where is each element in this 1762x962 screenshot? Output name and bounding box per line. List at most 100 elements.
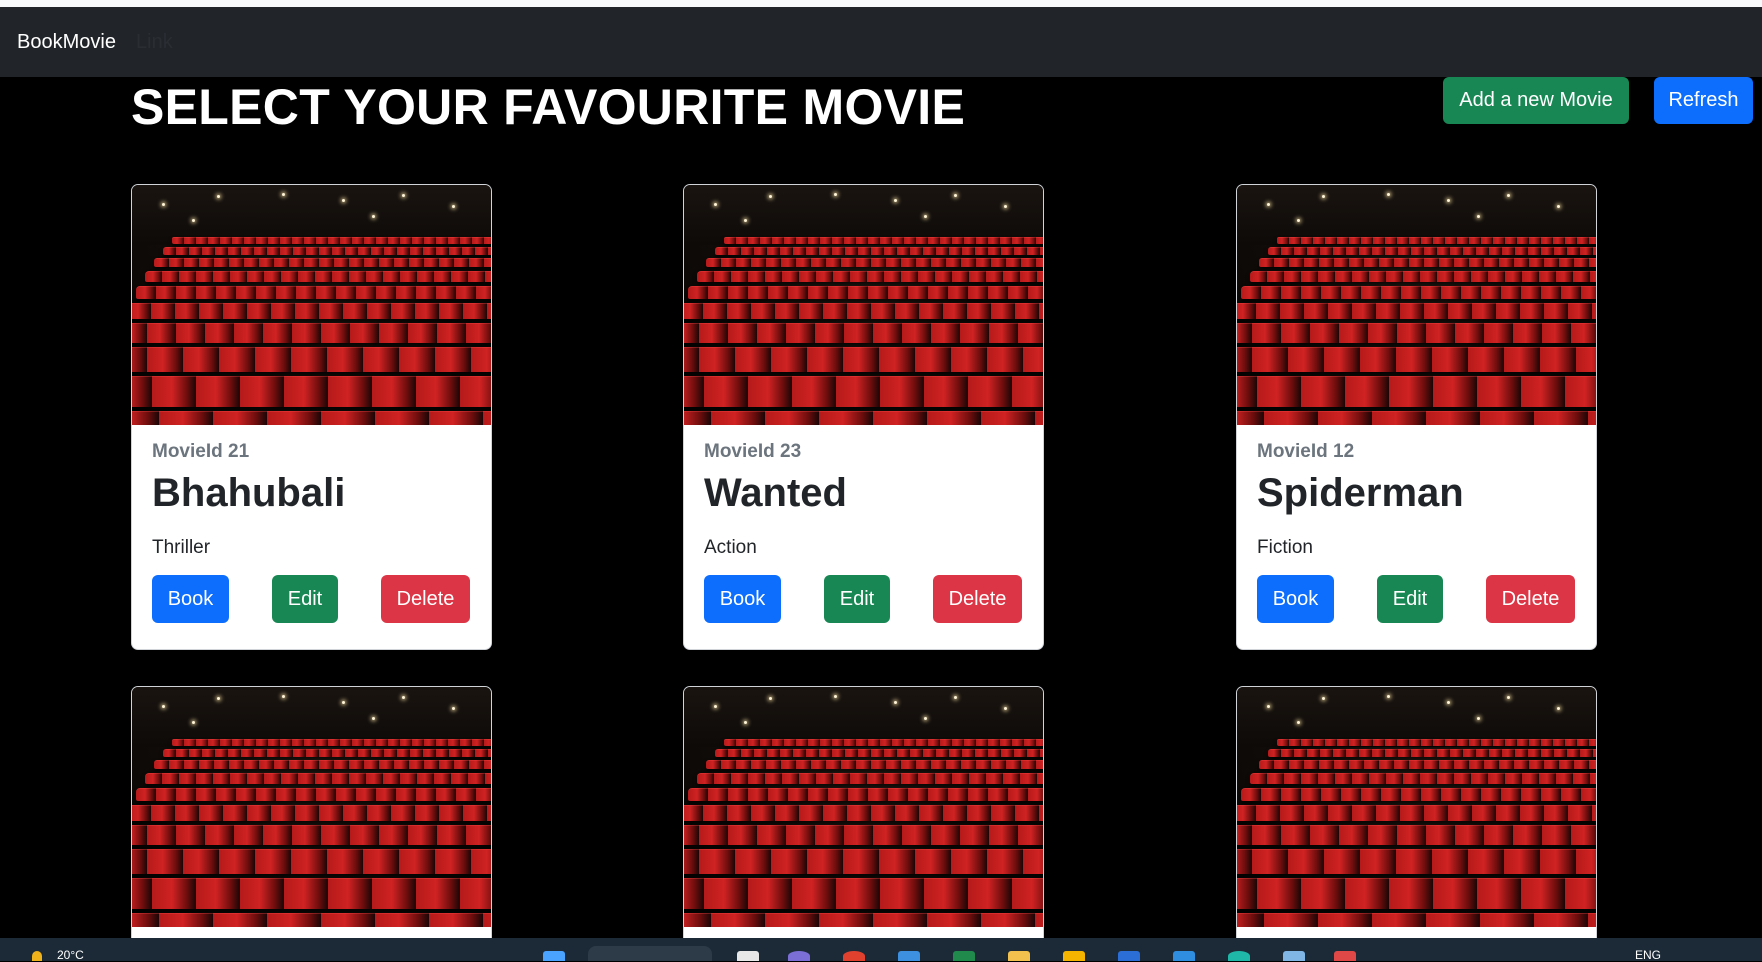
ceiling-light	[1477, 717, 1480, 720]
ceiling-light	[342, 701, 345, 704]
theater-back-wall	[1237, 185, 1596, 245]
movie-title: Bhahubali	[152, 471, 346, 515]
navbar-brand[interactable]: BookMovie	[17, 31, 116, 54]
seat-row	[1259, 258, 1596, 267]
seat-row	[684, 913, 1043, 927]
ceiling-light	[1004, 707, 1007, 710]
seat-row	[684, 878, 1043, 909]
book-button[interactable]: Book	[704, 575, 781, 623]
theater-seats-image	[684, 687, 1043, 927]
delete-button[interactable]: Delete	[1486, 575, 1575, 623]
calendar-icon[interactable]	[1334, 951, 1356, 961]
delete-button[interactable]: Delete	[381, 575, 470, 623]
ceiling-light	[1507, 696, 1510, 699]
movie-genre: Thriller	[152, 537, 211, 558]
seat-row	[132, 913, 491, 927]
taskbar-temperature[interactable]: 20°C	[57, 948, 84, 962]
taskbar-search[interactable]	[588, 946, 712, 961]
ceiling-light	[1387, 695, 1390, 698]
app-icon[interactable]	[1063, 951, 1085, 961]
seat-row	[1241, 286, 1596, 299]
start-icon[interactable]	[543, 951, 565, 961]
seat-row	[1237, 849, 1596, 874]
seat-row	[684, 825, 1043, 845]
seat-row	[684, 411, 1043, 425]
ceiling-light	[894, 701, 897, 704]
edit-button[interactable]: Edit	[824, 575, 890, 623]
chat-icon[interactable]	[788, 951, 810, 961]
ceiling-light	[402, 696, 405, 699]
seat-row	[1237, 411, 1596, 425]
seat-row	[1237, 825, 1596, 845]
ceiling-light	[282, 695, 285, 698]
seat-row	[706, 760, 1043, 769]
movie-title: Spiderman	[1257, 471, 1464, 515]
theater-seats-image	[1237, 185, 1596, 425]
refresh-button[interactable]: Refresh	[1654, 77, 1753, 124]
seat-row	[684, 376, 1043, 407]
seat-row	[684, 347, 1043, 372]
theater-seats-image	[684, 185, 1043, 425]
movie-card: MovieId 23 Wanted Action Book Edit Delet…	[683, 184, 1044, 650]
ceiling-light	[744, 721, 747, 724]
ceiling-light	[342, 199, 345, 202]
page-title: SELECT YOUR FAVOURITE MOVIE	[131, 79, 966, 135]
seat-row	[163, 749, 491, 757]
movie-card: MovieId 21 Bhahubali Thriller Book Edit …	[131, 184, 492, 650]
seat-row	[136, 286, 491, 299]
ceiling-light	[1557, 707, 1560, 710]
seat-row	[1268, 247, 1596, 255]
store-icon[interactable]	[898, 951, 920, 961]
seat-row	[1250, 271, 1596, 282]
folder-icon[interactable]	[1008, 951, 1030, 961]
edit-button[interactable]: Edit	[1377, 575, 1443, 623]
ceiling-light	[924, 215, 927, 218]
theater-seats-image	[1237, 687, 1596, 927]
ceiling-light	[192, 721, 195, 724]
seat-row	[1237, 878, 1596, 909]
edit-button[interactable]: Edit	[272, 575, 338, 623]
seat-row	[163, 247, 491, 255]
movie-card	[683, 686, 1044, 961]
seat-row	[1237, 376, 1596, 407]
vscode-icon[interactable]	[1173, 951, 1195, 961]
seat-row	[1277, 739, 1596, 746]
seat-row	[132, 411, 491, 425]
theater-seats-image	[132, 687, 491, 927]
ceiling-light	[1507, 194, 1510, 197]
app-icon-3[interactable]	[1228, 951, 1250, 961]
task-view-icon[interactable]	[737, 951, 759, 961]
book-button[interactable]: Book	[152, 575, 229, 623]
seat-row	[145, 773, 491, 784]
add-movie-button[interactable]: Add a new Movie	[1443, 77, 1629, 124]
seat-row	[1237, 913, 1596, 927]
seat-row	[697, 773, 1043, 784]
seat-row	[724, 237, 1043, 244]
delete-button[interactable]: Delete	[933, 575, 1022, 623]
taskbar	[0, 938, 1762, 961]
ceiling-light	[217, 697, 220, 700]
ceiling-light	[1322, 697, 1325, 700]
theater-back-wall	[1237, 687, 1596, 747]
navbar-link[interactable]: Link	[136, 31, 173, 54]
chrome-icon[interactable]	[843, 951, 865, 961]
excel-icon[interactable]	[953, 951, 975, 961]
ceiling-light	[954, 696, 957, 699]
movie-card: MovieId 12 Spiderman Fiction Book Edit D…	[1236, 184, 1597, 650]
ceiling-light	[834, 695, 837, 698]
notepad-icon[interactable]	[1283, 951, 1305, 961]
theater-back-wall	[132, 687, 491, 747]
ceiling-light	[769, 195, 772, 198]
ceiling-light	[1267, 203, 1270, 206]
ceiling-light	[1297, 219, 1300, 222]
ceiling-light	[1387, 193, 1390, 196]
book-button[interactable]: Book	[1257, 575, 1334, 623]
taskbar-language[interactable]: ENG	[1635, 948, 1661, 962]
seat-row	[724, 739, 1043, 746]
seat-row	[1277, 237, 1596, 244]
ceiling-light	[372, 215, 375, 218]
ceiling-light	[1447, 701, 1450, 704]
weather-icon[interactable]	[32, 951, 42, 961]
seat-row	[172, 739, 491, 746]
app-icon-2[interactable]	[1118, 951, 1140, 961]
